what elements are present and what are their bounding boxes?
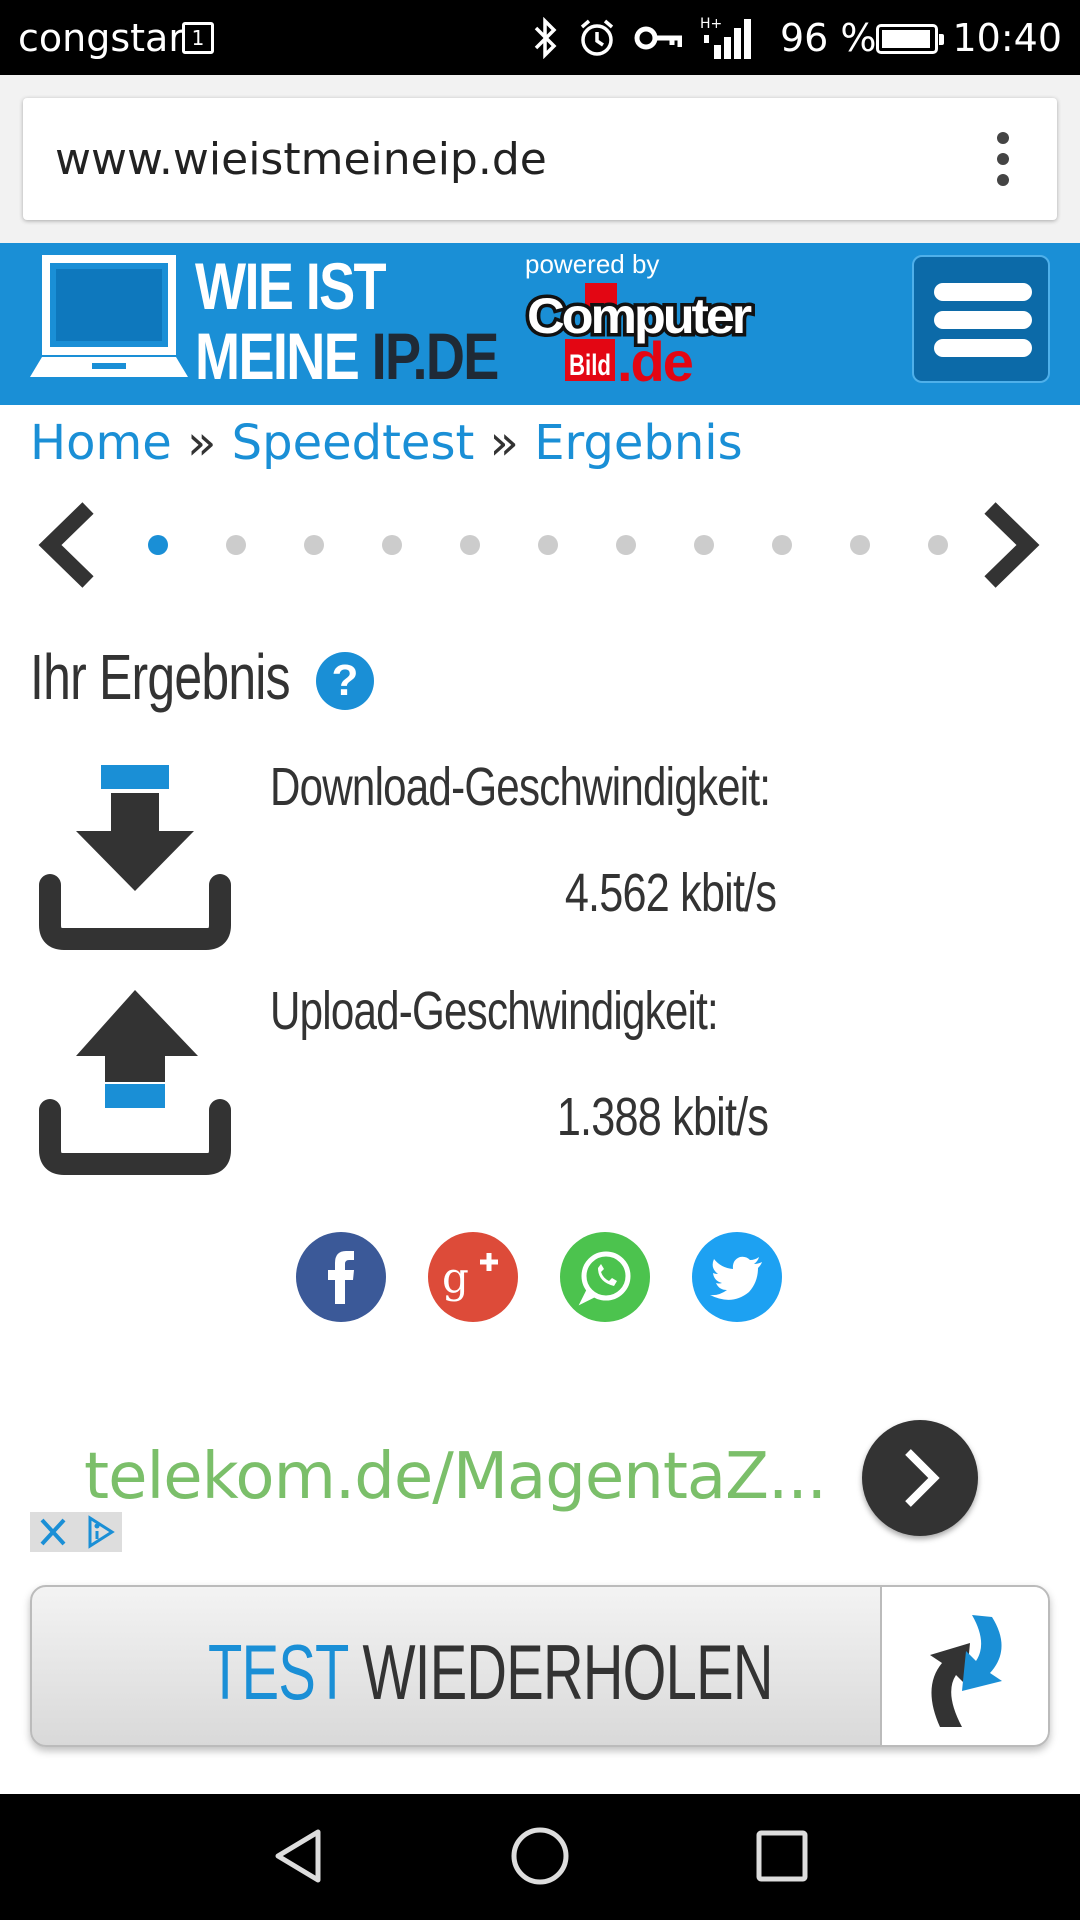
ad-open-button[interactable] [862, 1420, 978, 1536]
svg-text:.de: .de [617, 330, 693, 393]
retest-label-blue: TEST [208, 1628, 348, 1716]
chevron-right-icon [905, 1449, 940, 1507]
browser-menu-icon[interactable] [997, 132, 1011, 186]
sim-slot-icon: 1 [182, 22, 214, 54]
carousel-dot[interactable] [538, 535, 558, 555]
svg-text:g: g [442, 1253, 469, 1302]
twitter-share-button[interactable] [692, 1232, 782, 1322]
retest-label-dark: WIEDERHOLEN [347, 1628, 774, 1716]
site-logo[interactable]: WIE IST MEINE IP.DE [195, 249, 500, 393]
powered-by-label: powered by [525, 249, 660, 279]
download-icon [39, 765, 231, 950]
carousel-dot[interactable] [460, 535, 480, 555]
upload-value: 1.388 kbit/s [556, 1087, 769, 1147]
step-carousel [0, 490, 1080, 600]
bluetooth-icon [534, 17, 557, 59]
carousel-dot[interactable] [382, 535, 402, 555]
retest-label: TEST WIEDERHOLEN [208, 1627, 773, 1718]
computerbild-logo[interactable]: Computer Bild .de [525, 283, 755, 393]
breadcrumb-speedtest[interactable]: Speedtest [232, 415, 475, 471]
logo-line-2-light: MEINE [195, 319, 372, 393]
carousel-dot[interactable] [928, 535, 948, 555]
laptop-logo-icon[interactable] [30, 255, 188, 381]
alarm-icon [580, 19, 614, 56]
refresh-button-area[interactable] [880, 1587, 1048, 1745]
clock: 10:40 [952, 16, 1062, 60]
upload-label: Upload-Geschwindigkeit: [270, 981, 719, 1041]
svg-text:Bild: Bild [569, 349, 611, 382]
help-icon[interactable]: ? [316, 652, 374, 710]
ad-link-text[interactable]: telekom.de/MagentaZ... [84, 1440, 827, 1514]
breadcrumb: Home » Speedtest » Ergebnis [30, 415, 743, 471]
carousel-dot[interactable] [226, 535, 246, 555]
upload-icon [39, 990, 231, 1175]
site-header: WIE IST MEINE IP.DE powered by Computer … [0, 243, 1080, 405]
signal-icon: H+ [700, 16, 751, 59]
adchoices-icon[interactable] [76, 1512, 122, 1552]
url-text[interactable]: www.wieistmeineip.de [55, 134, 547, 185]
chevron-left-icon[interactable] [36, 500, 100, 590]
logo-line-1: WIE IST [195, 249, 387, 323]
breadcrumb-separator: » [474, 415, 535, 471]
chevron-right-icon[interactable] [978, 500, 1042, 590]
browser-toolbar: www.wieistmeineip.de [0, 75, 1080, 243]
google-plus-icon: g [442, 1253, 498, 1302]
carousel-dot[interactable] [772, 535, 792, 555]
home-icon[interactable] [508, 1824, 572, 1888]
logo-line-2-dark: IP.DE [371, 319, 500, 393]
twitter-icon [710, 1256, 762, 1300]
battery-percentage: 96 % [780, 16, 877, 60]
android-nav-bar [0, 1794, 1080, 1920]
vpn-key-icon [634, 26, 682, 50]
back-icon[interactable] [268, 1826, 328, 1886]
googleplus-share-button[interactable]: g [428, 1232, 518, 1322]
facebook-share-button[interactable] [296, 1232, 386, 1322]
download-label: Download-Geschwindigkeit: [270, 757, 771, 817]
carousel-dots [148, 535, 948, 555]
recents-icon[interactable] [752, 1826, 812, 1886]
whatsapp-share-button[interactable] [560, 1232, 650, 1322]
breadcrumb-current[interactable]: Ergebnis [534, 415, 742, 471]
carousel-dot[interactable] [304, 535, 324, 555]
hamburger-menu-button[interactable] [912, 255, 1050, 383]
carousel-dot[interactable] [148, 535, 168, 555]
ad-choices[interactable] [30, 1512, 122, 1552]
carrier-name: congstar [18, 16, 184, 60]
network-type-label: H+ [700, 16, 722, 32]
breadcrumb-separator: » [171, 415, 232, 471]
breadcrumb-home[interactable]: Home [30, 415, 172, 471]
facebook-icon [328, 1251, 354, 1304]
result-title: Ihr Ergebnis [30, 641, 291, 713]
status-icons: H+ [530, 12, 752, 64]
url-bar[interactable]: www.wieistmeineip.de [23, 98, 1057, 220]
status-bar: congstar 1 H+ 96 % 10:40 [0, 0, 1080, 75]
carousel-dot[interactable] [850, 535, 870, 555]
whatsapp-icon [578, 1251, 631, 1306]
download-value: 4.562 kbit/s [564, 863, 777, 923]
refresh-icon [930, 1615, 1002, 1727]
retest-button[interactable]: TEST WIEDERHOLEN [30, 1585, 1050, 1747]
battery-icon [876, 24, 944, 54]
close-icon[interactable] [30, 1512, 76, 1552]
carousel-dot[interactable] [616, 535, 636, 555]
carousel-dot[interactable] [694, 535, 714, 555]
